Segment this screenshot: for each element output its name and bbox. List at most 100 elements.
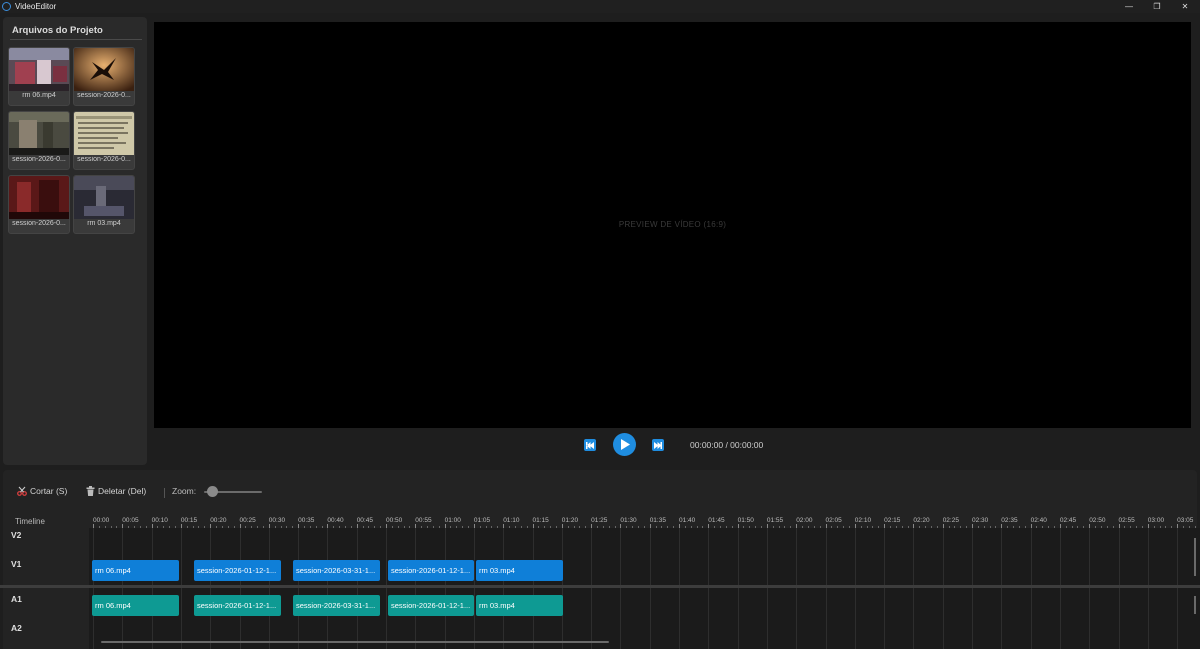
ruler-tick-label: 01:25 xyxy=(591,517,608,524)
time-display: 00:00:00 / 00:00:00 xyxy=(690,440,764,450)
ruler-tick-mark xyxy=(122,524,124,528)
cut-button[interactable]: Cortar (S) xyxy=(17,486,67,496)
skip-back-button[interactable] xyxy=(584,439,596,451)
timeline-grid-line xyxy=(503,528,505,649)
video-tracks-scrollbar[interactable] xyxy=(1194,538,1196,576)
timeline-grid-line xyxy=(532,528,534,649)
audio-clip[interactable]: rm 03.mp4 xyxy=(476,595,563,616)
ruler-tick-label: 00:55 xyxy=(415,517,432,524)
ruler-tick-label: 01:10 xyxy=(503,517,520,524)
ruler-tick-label: 00:15 xyxy=(180,517,198,524)
ruler-tick-mark xyxy=(386,524,387,528)
ruler-minor-tick xyxy=(514,526,516,528)
ruler-tick-mark xyxy=(737,524,739,528)
ruler-minor-tick xyxy=(309,526,311,528)
ruler-minor-tick xyxy=(315,526,317,528)
video-audio-divider[interactable] xyxy=(0,585,1200,588)
ruler-minor-tick xyxy=(819,526,821,528)
ruler-tick-mark xyxy=(473,524,475,528)
window-title: VideoEditor xyxy=(15,2,57,11)
ruler-minor-tick xyxy=(907,526,909,528)
ruler-minor-tick xyxy=(409,526,411,528)
minimize-button[interactable]: — xyxy=(1114,0,1144,13)
ruler-minor-tick xyxy=(614,526,616,528)
timeline-grid-line xyxy=(679,528,680,649)
delete-button[interactable]: Deletar (Del) xyxy=(86,486,146,496)
ruler-minor-tick xyxy=(134,526,136,528)
skip-back-icon xyxy=(586,441,594,449)
skip-forward-button[interactable] xyxy=(652,439,664,451)
ruler-minor-tick xyxy=(1141,526,1143,528)
ruler-tick-label: 02:25 xyxy=(942,517,959,524)
timeline-tracks[interactable] xyxy=(89,528,1200,649)
video-preview[interactable]: PREVIEW DE VÍDEO (16:9) xyxy=(154,22,1191,428)
maximize-button[interactable]: ❐ xyxy=(1142,0,1172,13)
ruler-minor-tick xyxy=(667,526,669,528)
ruler-minor-tick xyxy=(784,526,786,528)
ruler-minor-tick xyxy=(303,526,305,528)
ruler-tick-label: 00:00 xyxy=(93,517,110,524)
ruler-minor-tick xyxy=(989,526,991,528)
track-label-v2: V2 xyxy=(11,530,22,540)
ruler-minor-tick xyxy=(145,526,147,528)
video-clip[interactable]: rm 03.mp4 xyxy=(476,560,563,581)
audio-tracks-scrollbar[interactable] xyxy=(1194,596,1196,614)
ruler-minor-tick xyxy=(438,526,440,528)
audio-clip[interactable]: session-2026-01-12-1... xyxy=(194,595,281,616)
ruler-minor-tick xyxy=(673,526,675,528)
ruler-minor-tick xyxy=(274,526,276,528)
ruler-minor-tick xyxy=(731,526,733,528)
timeline-grid-line xyxy=(415,528,417,649)
timeline-grid-line xyxy=(1177,528,1179,649)
ruler-minor-tick xyxy=(485,526,487,528)
ruler-minor-tick xyxy=(509,526,511,528)
close-button[interactable]: ✕ xyxy=(1170,0,1200,13)
file-card[interactable]: session-2026-0... xyxy=(73,111,135,170)
timeline-grid-line xyxy=(122,528,124,649)
timeline-grid-line xyxy=(327,528,329,649)
ruler-minor-tick xyxy=(1124,526,1126,528)
ruler-minor-tick xyxy=(761,526,763,528)
video-clip[interactable]: session-2026-03-31-1... xyxy=(293,560,380,581)
ruler-minor-tick xyxy=(930,526,932,528)
ruler-minor-tick xyxy=(966,526,968,528)
ruler-minor-tick xyxy=(462,526,464,528)
ruler-minor-tick xyxy=(1007,526,1009,528)
ruler-minor-tick xyxy=(262,526,264,528)
ruler-minor-tick xyxy=(1153,526,1155,528)
ruler-tick-mark xyxy=(356,524,358,528)
ruler-tick-label: 00:40 xyxy=(327,517,344,524)
audio-clip[interactable]: session-2026-01-12-1... xyxy=(388,595,474,616)
ruler-minor-tick xyxy=(977,526,979,528)
ruler-tick-mark xyxy=(1089,524,1091,528)
video-clip[interactable]: session-2026-01-12-1... xyxy=(388,560,474,581)
track-label-a1: A1 xyxy=(11,594,22,604)
ruler-minor-tick xyxy=(497,526,499,528)
ruler-tick-mark xyxy=(884,524,886,528)
zoom-slider-handle[interactable] xyxy=(206,486,218,497)
play-button[interactable] xyxy=(613,433,636,456)
video-clip[interactable]: session-2026-01-12-1... xyxy=(194,560,281,581)
ruler-tick-label: 00:45 xyxy=(356,517,373,524)
timeline-grid-line xyxy=(1118,528,1120,649)
audio-clip[interactable]: session-2026-03-31-1... xyxy=(293,595,380,616)
video-clip[interactable]: rm 06.mp4 xyxy=(92,560,179,581)
ruler-tick-mark xyxy=(766,524,768,528)
file-card[interactable]: session-2026-0... xyxy=(8,175,70,234)
ruler-tick-mark xyxy=(444,524,446,528)
ruler-minor-tick xyxy=(807,526,809,528)
ruler-tick-label: 00:10 xyxy=(151,517,168,524)
file-card[interactable]: session-2026-0... xyxy=(73,47,135,106)
file-card[interactable]: rm 06.mp4 xyxy=(8,47,70,106)
ruler-tick-label: 02:50 xyxy=(1089,517,1106,524)
ruler-tick-mark xyxy=(1177,524,1179,528)
timeline-horizontal-scrollbar[interactable] xyxy=(101,641,609,643)
ruler-tick-mark xyxy=(854,524,856,528)
ruler-tick-label: 03:05 xyxy=(1177,517,1194,524)
file-card[interactable]: rm 03.mp4 xyxy=(73,175,135,234)
audio-clip[interactable]: rm 06.mp4 xyxy=(92,595,179,616)
ruler-minor-tick xyxy=(157,526,159,528)
file-card[interactable]: session-2026-0... xyxy=(8,111,70,170)
ruler-tick-label: 03:00 xyxy=(1147,517,1165,524)
ruler-tick-mark xyxy=(620,524,622,528)
